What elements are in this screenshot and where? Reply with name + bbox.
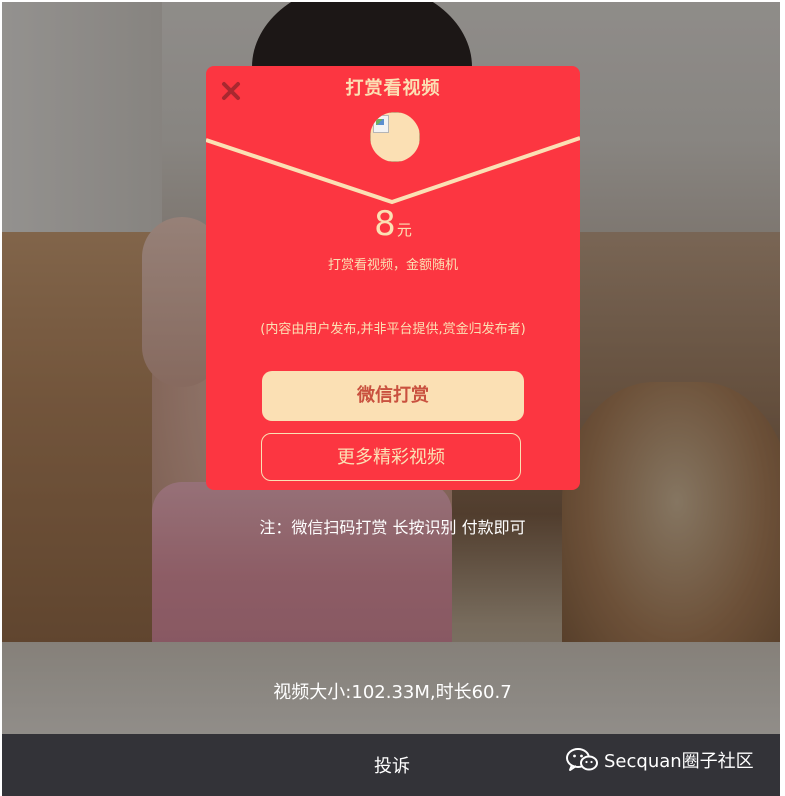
reward-modal: 打赏看视频 8元 打赏看视频，金额随机 (内容由用户发布,并非平台提供,赏金归发…: [206, 66, 580, 490]
frame-border-top: [0, 0, 785, 2]
broken-image-icon: [373, 115, 389, 133]
avatar: [370, 112, 420, 162]
modal-title: 打赏看视频: [345, 78, 441, 99]
watermark-text: Secquan圈子社区: [604, 751, 754, 772]
page: 打赏看视频 8元 打赏看视频，金额随机 (内容由用户发布,并非平台提供,赏金归发…: [0, 0, 785, 796]
amount-value: 8: [374, 204, 396, 244]
modal-disclaimer: (内容由用户发布,并非平台提供,赏金归发布者): [260, 322, 526, 337]
video-info: 视频大小:102.33M,时长60.7: [273, 682, 512, 703]
reward-amount: 8元: [206, 204, 580, 244]
complain-link[interactable]: 投诉: [374, 752, 410, 778]
payment-note: 注：微信扫码打赏 长按识别 付款即可: [259, 518, 526, 537]
wechat-icon: [566, 748, 598, 771]
frame-border-left: [0, 0, 2, 796]
amount-unit: 元: [396, 221, 412, 239]
more-videos-button[interactable]: 更多精彩视频: [261, 433, 521, 481]
frame-border-right: [780, 0, 785, 796]
modal-subtitle: 打赏看视频，金额随机: [327, 258, 458, 273]
footer-bar: 投诉 Secquan圈子社区: [2, 734, 780, 796]
wechat-reward-button[interactable]: 微信打赏: [262, 371, 524, 421]
watermark: Secquan圈子社区: [566, 747, 754, 773]
